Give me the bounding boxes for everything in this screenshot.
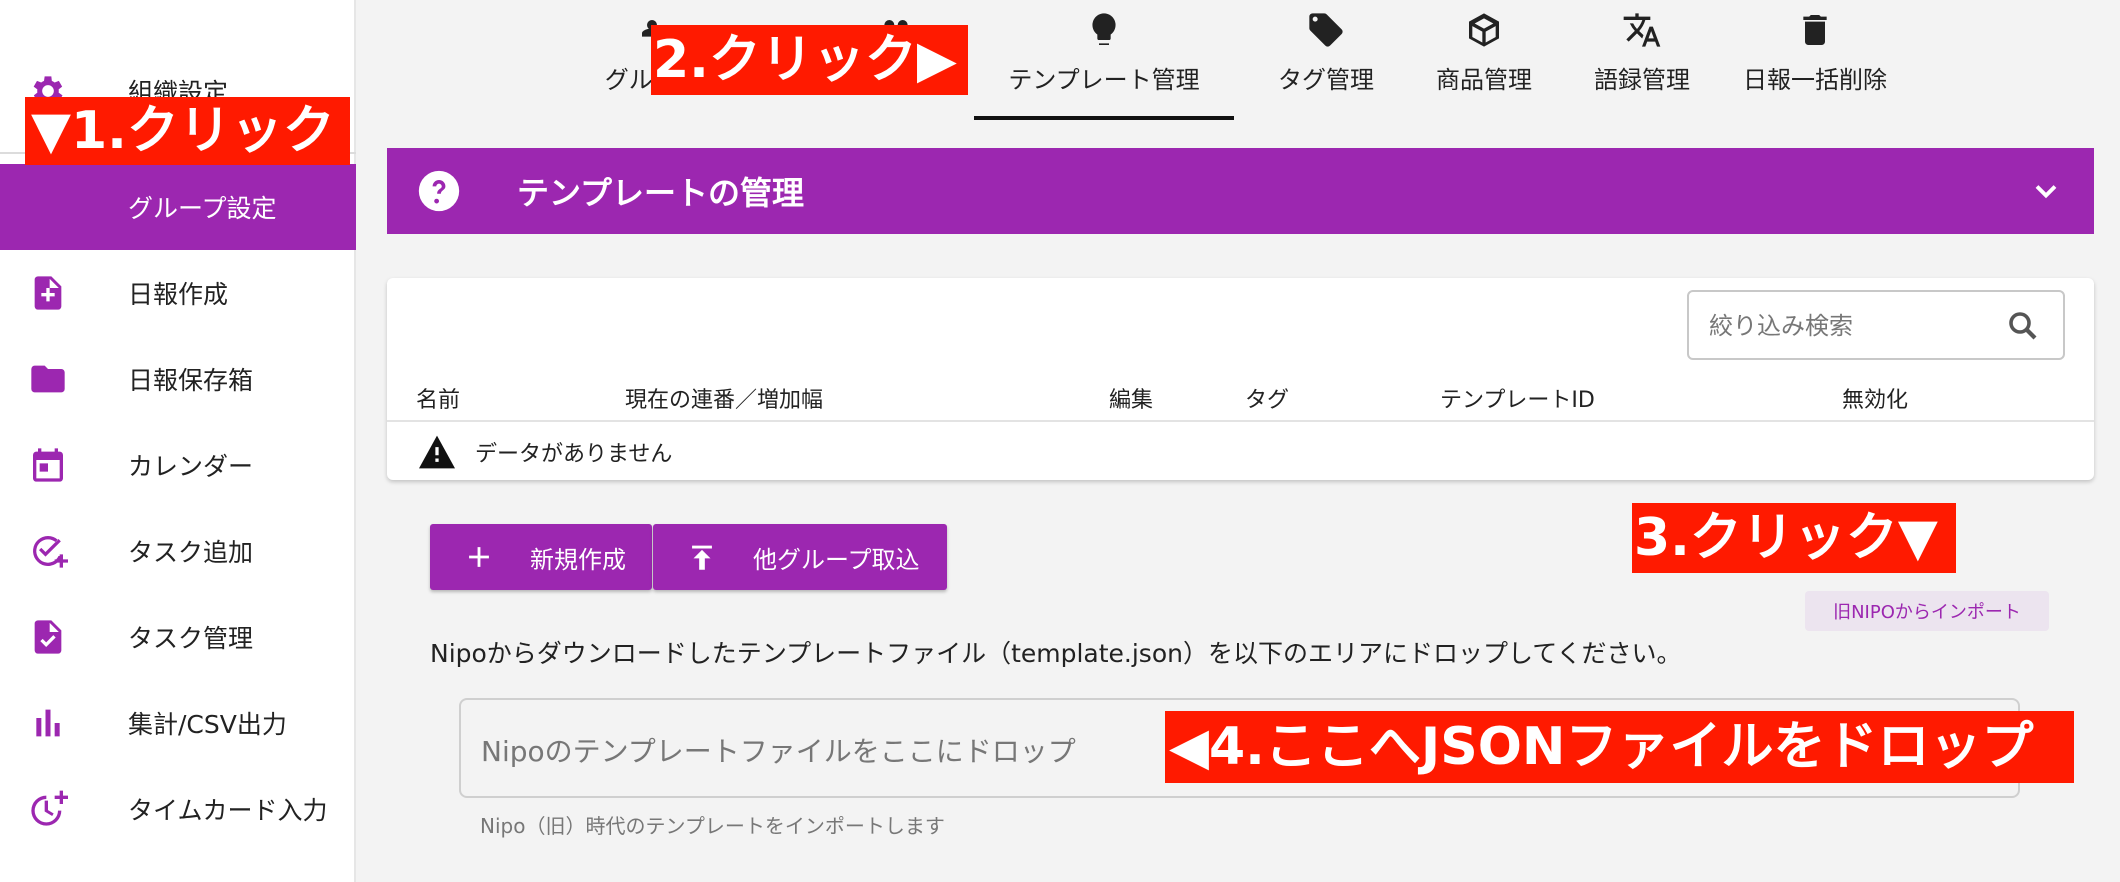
legacy-import-button[interactable]: 旧NIPOからインポート xyxy=(1805,591,2049,631)
sidebar-item-label: 日報作成 xyxy=(128,280,229,309)
sidebar-item-label: タスク追加 xyxy=(128,538,254,567)
column-header-disable[interactable]: 無効化 xyxy=(1842,382,1908,414)
sidebar-item-label: タイムカード入力 xyxy=(128,796,328,825)
tab-bulk-delete[interactable]: 日報一括削除 xyxy=(1730,10,1900,120)
check-circle-add-icon xyxy=(24,527,72,575)
tab-product-management[interactable]: 商品管理 xyxy=(1414,10,1554,120)
sidebar-item-report-box[interactable]: 日報保存箱 xyxy=(0,336,356,422)
column-header-tag[interactable]: タグ xyxy=(1245,382,1289,414)
sidebar-item-label: 日報保存箱 xyxy=(128,366,254,395)
annotation-step3: 3.クリック▼ xyxy=(1632,503,1956,573)
bar-chart-icon xyxy=(24,699,72,747)
column-header-edit[interactable]: 編集 xyxy=(1109,382,1153,414)
filter-search-box[interactable] xyxy=(1687,290,2065,360)
dropzone-hint: Nipo（旧）時代のテンプレートをインポートします xyxy=(480,814,945,838)
search-icon[interactable] xyxy=(2005,308,2041,344)
table-header-divider xyxy=(387,420,2094,422)
help-icon[interactable] xyxy=(417,169,461,213)
sidebar-item-label: カレンダー xyxy=(128,452,254,481)
plus-icon xyxy=(469,547,489,567)
tab-tag-management[interactable]: タグ管理 xyxy=(1256,10,1396,120)
tab-label: 日報一括削除 xyxy=(1743,66,1887,94)
folder-icon xyxy=(24,355,72,403)
sidebar-item-task-management[interactable]: タスク管理 xyxy=(0,594,356,680)
button-label: 他グループ取込 xyxy=(753,545,920,574)
dropzone-placeholder: Nipoのテンプレートファイルをここにドロップ xyxy=(481,735,1076,768)
tab-phrase-management[interactable]: 語録管理 xyxy=(1572,10,1712,120)
annotation-step4: ◀4.ここへJSONファイルをドロップ xyxy=(1165,711,2074,783)
note-add-icon xyxy=(24,269,72,317)
import-description: Nipoからダウンロードしたテンプレートファイル（template.json）を… xyxy=(430,639,1682,668)
sidebar-item-label: 集計/CSV出力 xyxy=(128,710,287,739)
sidebar-item-calendar[interactable]: カレンダー xyxy=(0,422,356,508)
trash-icon xyxy=(1803,15,1827,45)
calendar-icon xyxy=(24,441,72,489)
file-check-icon xyxy=(24,613,72,661)
new-template-button[interactable]: 新規作成 xyxy=(430,524,652,590)
sidebar-item-label: グループ設定 xyxy=(128,194,277,223)
filter-search-input[interactable] xyxy=(1709,306,1989,346)
sidebar-item-label: タスク管理 xyxy=(128,624,254,653)
column-header-sequence[interactable]: 現在の連番／増加幅 xyxy=(625,382,823,414)
column-header-template-id[interactable]: テンプレートID xyxy=(1440,382,1595,414)
template-section-header[interactable]: テンプレートの管理 xyxy=(387,148,2094,234)
top-tabs: グループ テンプレート管理 タグ管理 商品管理 語録管理 日報一括削除 xyxy=(356,0,2120,120)
tag-icon xyxy=(1309,13,1343,47)
upload-icon xyxy=(692,545,712,570)
chevron-down-icon[interactable] xyxy=(2028,173,2064,209)
section-title: テンプレートの管理 xyxy=(517,174,805,212)
tab-label: タグ管理 xyxy=(1278,66,1374,94)
table-empty-row: データがありません xyxy=(417,434,672,470)
annotation-step2: 2.クリック▶ xyxy=(651,25,968,95)
sidebar-item-group-settings[interactable]: グループ設定 xyxy=(0,164,356,250)
empty-message: データがありません xyxy=(475,442,673,467)
template-table: 名前 現在の連番／増加幅 編集 タグ テンプレートID 無効化 データがありませ… xyxy=(387,278,2094,480)
warning-icon xyxy=(419,435,455,469)
lightbulb-icon xyxy=(1092,13,1116,46)
tab-label: 商品管理 xyxy=(1436,66,1532,94)
sidebar-item-csv-export[interactable]: 集計/CSV出力 xyxy=(0,680,356,766)
sidebar-item-timecard[interactable]: タイムカード入力 xyxy=(0,766,356,852)
tab-label: 語録管理 xyxy=(1594,66,1690,94)
translate-icon xyxy=(1623,13,1661,47)
sidebar-item-add-task[interactable]: タスク追加 xyxy=(0,508,356,594)
tab-label: テンプレート管理 xyxy=(1008,66,1200,94)
sidebar-item-create-report[interactable]: 日報作成 xyxy=(0,250,356,336)
import-other-group-button[interactable]: 他グループ取込 xyxy=(653,524,947,590)
button-label: 新規作成 xyxy=(530,545,626,574)
tab-template-management[interactable]: テンプレート管理 xyxy=(974,10,1234,120)
column-header-name[interactable]: 名前 xyxy=(416,382,460,414)
clock-add-icon xyxy=(24,785,72,833)
cube-icon xyxy=(1469,13,1499,47)
annotation-step1: ▼1.クリック xyxy=(25,97,350,165)
